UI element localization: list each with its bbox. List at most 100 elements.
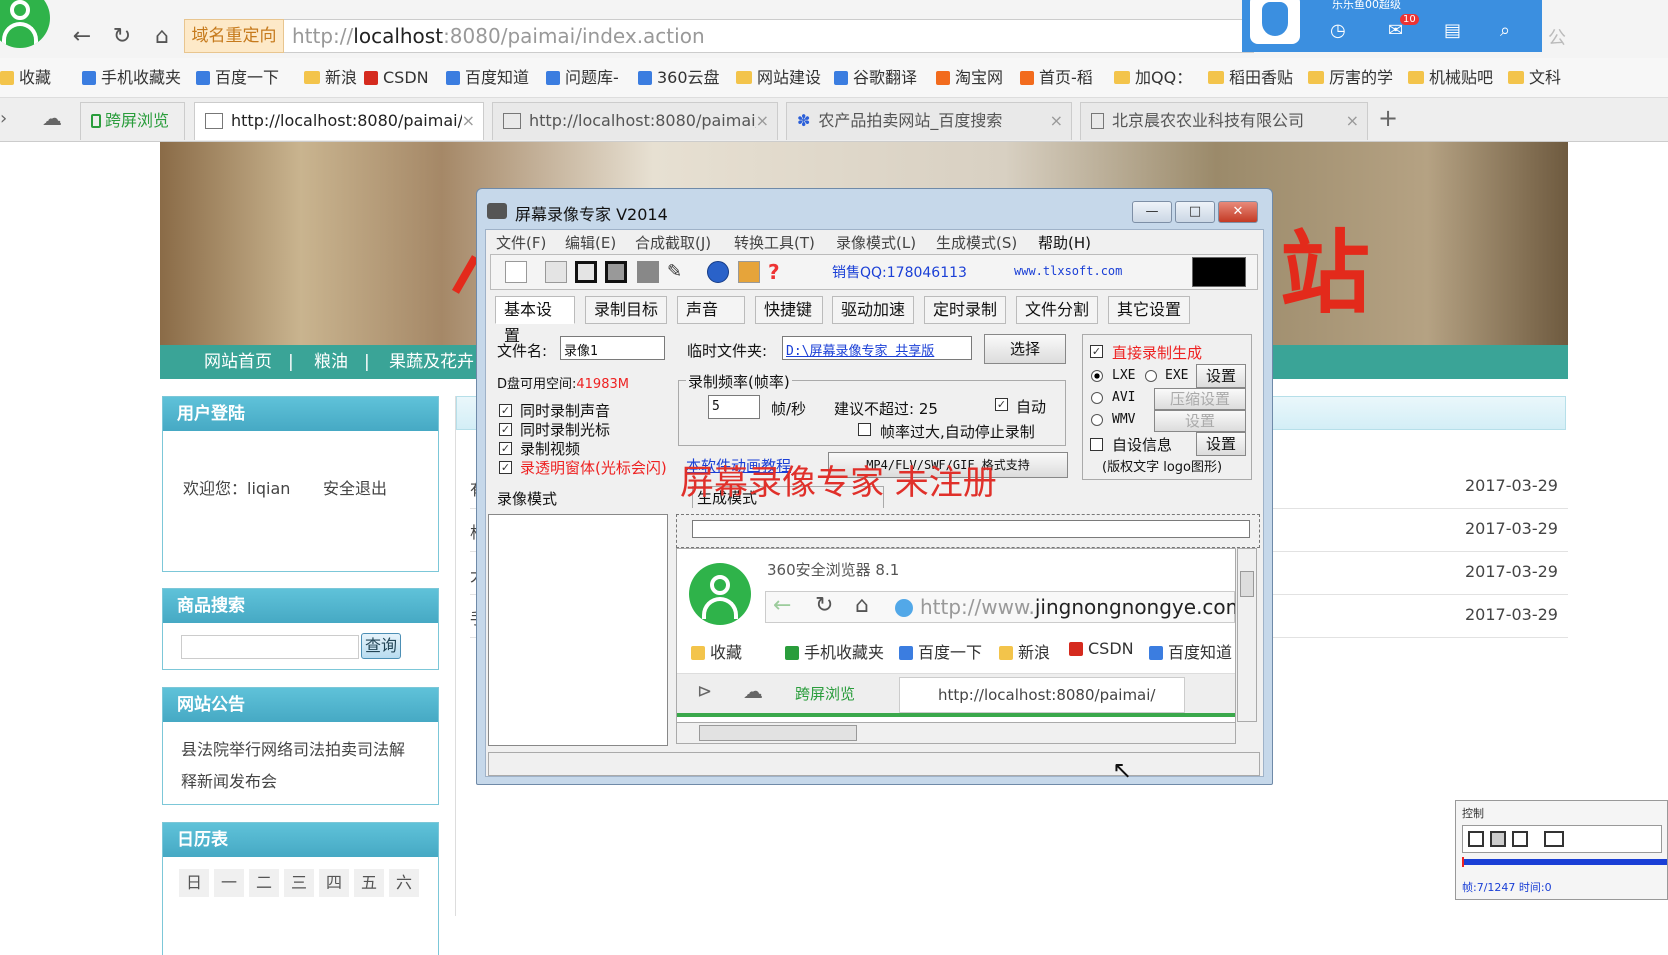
menu-item[interactable]: 文件(F) [496,232,546,253]
bookmark-item[interactable]: 文科 [1508,66,1561,90]
filename-input[interactable]: 录像1 [560,336,665,360]
bookmark-item[interactable]: 谷歌翻译 [834,66,917,90]
option-checkbox[interactable]: ✓ [499,461,512,474]
fps-input[interactable]: 5 [708,395,760,419]
bookmark-item[interactable]: 360云盘 [638,66,720,90]
close-icon[interactable]: × [755,103,769,139]
nav-fruits-flowers[interactable]: 果蔬及花卉 [389,350,474,374]
url-input[interactable]: http://localhost:8080/paimai/index.actio… [284,19,1254,53]
settings-tab[interactable]: 声音 [677,296,745,324]
shield-icon[interactable] [1250,0,1300,44]
bookmark-item[interactable]: 加QQ： [1114,66,1192,90]
logout-link[interactable]: 安全退出 [323,475,387,499]
bookmark-item[interactable]: 首页-稻 [1020,66,1093,90]
control-window-icon[interactable] [1490,831,1506,847]
lxe-settings-button[interactable]: 设置 [1196,364,1246,388]
compress-settings-button[interactable]: 压缩设置 [1154,388,1246,410]
product-search-input[interactable] [181,635,359,659]
menu-item[interactable]: 录像模式(L) [836,232,916,253]
close-icon[interactable]: × [461,103,475,139]
auto-stop-checkbox[interactable] [858,423,871,436]
option-checkbox[interactable]: ✓ [499,423,512,436]
option-checkbox[interactable]: ✓ [499,404,512,417]
direct-gen-checkbox[interactable]: ✓ [1090,345,1103,358]
control-settings-icon[interactable] [1544,831,1564,847]
record-fullscreen-icon[interactable] [605,261,627,283]
tab-company[interactable]: 北京晨农农业科技有限公司 × [1080,102,1368,140]
sidebar-toggle-icon[interactable]: › [0,108,7,129]
bookmark-item[interactable]: 稻田香贴 [1208,66,1293,90]
bookmark-item[interactable]: 百度一下 [196,66,279,90]
settings-tab[interactable]: 基本设置 [495,296,575,345]
menu-item[interactable]: 生成模式(S) [936,232,1017,253]
tab-active[interactable]: http://localhost:8080/paimai/× [194,102,484,140]
new-tab-button[interactable]: + [1378,104,1398,132]
notice-item[interactable]: 县法院举行网络司法拍卖司法解释新闻发布会 [181,734,413,798]
bookmark-item[interactable]: 机械贴吧 [1408,66,1493,90]
preview-hscrollbar[interactable] [676,722,1236,744]
auto-checkbox[interactable]: ✓ [995,398,1008,411]
menu-item[interactable]: 编辑(E) [565,232,616,253]
settings-tab[interactable]: 录制目标 [585,296,667,324]
close-icon[interactable]: × [1346,103,1359,139]
nav-grain-oil[interactable]: 粮油 [314,350,348,374]
settings-tab[interactable]: 定时录制 [924,296,1006,324]
bookmark-item[interactable]: 收藏 [0,66,51,90]
maximize-button[interactable]: □ [1175,201,1215,223]
cloud-icon[interactable]: ☁ [42,106,62,130]
globe-icon[interactable] [707,261,729,283]
bookmark-item[interactable]: 百度知道 [446,66,529,90]
menu-item[interactable]: 合成截取(J) [635,232,711,253]
custom-info-settings-button[interactable]: 设置 [1196,432,1246,456]
help-icon[interactable]: ? [768,261,790,283]
record-region-icon[interactable] [545,261,567,283]
settings-tab[interactable]: 文件分割 [1016,296,1098,324]
close-icon[interactable]: × [1050,103,1063,139]
bookmark-item[interactable]: 手机收藏夹 [82,66,181,90]
home-icon[interactable]: ⌂ [146,22,178,52]
control-fullscreen-icon[interactable] [1512,831,1528,847]
tab-cross-screen[interactable]: 跨屏浏览 [80,102,185,140]
history-icon[interactable]: ◷ [1330,20,1346,41]
record-window-icon[interactable] [575,261,597,283]
option-checkbox[interactable]: ✓ [499,442,512,455]
new-file-icon[interactable] [505,261,527,283]
select-folder-button[interactable]: 选择 [984,334,1066,364]
bookmark-item[interactable]: 网站建设 [736,66,821,90]
preview-vscrollbar[interactable] [1237,548,1257,722]
close-button[interactable]: ✕ [1218,201,1258,223]
settings-tab[interactable]: 快捷键 [755,296,823,324]
nav-home[interactable]: 网站首页 [204,350,272,374]
bookmark-item[interactable]: 新浪 [304,66,357,90]
menu-item[interactable]: 转换工具(T) [734,232,815,253]
back-icon[interactable]: ← [66,22,98,52]
camera-record-icon[interactable] [637,261,659,283]
lxe-radio[interactable] [1091,370,1103,382]
wmv-radio[interactable] [1091,414,1103,426]
tab-baidu-search[interactable]: ✽ 农产品拍卖网站_百度搜索 × [786,102,1072,140]
minimize-button[interactable]: — [1132,201,1172,223]
pen-icon[interactable]: ✎ [667,261,689,283]
tempdir-input[interactable]: D:\屏幕录像专家 共享版 [782,336,972,360]
gift-icon[interactable] [738,261,760,283]
redirect-badge[interactable]: 域名重定向 [184,19,284,53]
tab-localhost-2[interactable]: http://localhost:8080/paimai/× [492,102,778,140]
wmv-settings-button[interactable]: 设置 [1154,410,1246,432]
settings-tab[interactable]: 驱动加速 [832,296,914,324]
control-region-icon[interactable] [1468,831,1484,847]
exe-radio[interactable] [1145,370,1157,382]
bookmark-item[interactable]: CSDN [364,66,429,90]
avi-radio[interactable] [1091,392,1103,404]
search-button[interactable]: 查询 [361,633,401,659]
record-list[interactable] [488,514,668,746]
refresh-icon[interactable]: ↻ [106,22,138,52]
search-icon[interactable]: ⌕ [1500,20,1510,41]
custom-info-checkbox[interactable] [1090,438,1103,451]
calendar-icon[interactable]: ▤ [1444,20,1461,41]
website-link[interactable]: www.tlxsoft.com [1014,264,1122,278]
menu-item[interactable]: 帮助(H) [1038,232,1091,253]
bookmark-item[interactable]: 厉害的学 [1308,66,1393,90]
bookmark-item[interactable]: 问题库- [546,66,619,90]
settings-tab[interactable]: 其它设置 [1108,296,1190,324]
bookmark-item[interactable]: 淘宝网 [936,66,1003,90]
